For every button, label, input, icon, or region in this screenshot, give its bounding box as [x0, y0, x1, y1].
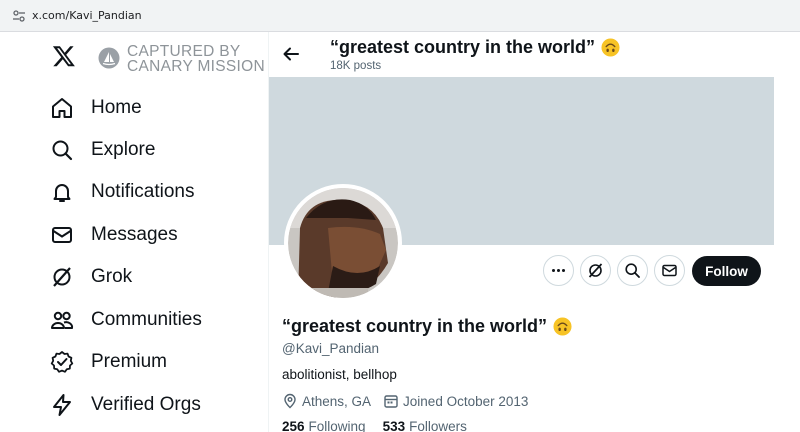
profile-meta: Athens, GA Joined October 2013	[282, 393, 528, 409]
followers-count: 533	[382, 419, 406, 432]
location-pin-icon	[284, 393, 296, 409]
home-icon	[52, 98, 72, 118]
display-name: “greatest country in the world”	[282, 316, 572, 337]
upside-down-face-emoji-icon	[553, 317, 572, 336]
lightning-icon	[53, 394, 71, 416]
profile-photo	[288, 188, 398, 298]
sidebar-item-label: Home	[91, 97, 142, 118]
page-right-edge	[774, 32, 800, 432]
upside-down-face-emoji-icon	[601, 38, 620, 57]
profile-header-bar: “greatest country in the world” 18K post…	[269, 32, 774, 77]
browser-address-bar[interactable]: x.com/Kavi_Pandian	[0, 0, 800, 32]
profile-joined-date: Joined October 2013	[403, 393, 529, 409]
profile-column: “greatest country in the world” 18K post…	[268, 32, 774, 432]
back-arrow-icon[interactable]	[281, 44, 301, 64]
grok-icon	[53, 267, 71, 287]
sidebar-item-explore[interactable]: Explore	[50, 134, 155, 166]
followers-label: Followers	[409, 419, 467, 432]
sidebar-item-label: Explore	[91, 139, 156, 160]
url-text[interactable]: x.com/Kavi_Pandian	[32, 9, 142, 22]
profile-location: Athens, GA	[302, 393, 372, 409]
profile-handle: @Kavi_Pandian	[282, 341, 380, 356]
sidebar-item-messages[interactable]: Messages	[50, 219, 178, 251]
following-link[interactable]: 256 Following	[282, 419, 366, 432]
sidebar-item-premium[interactable]: Premium	[50, 346, 167, 378]
sidebar-item-home[interactable]: Home	[50, 92, 142, 124]
profile-bio: abolitionist, bellhop	[282, 367, 397, 382]
following-count: 256	[282, 419, 305, 432]
message-button[interactable]	[654, 255, 685, 286]
sidebar-item-label: Grok	[91, 266, 133, 287]
bell-icon	[53, 184, 71, 202]
watermark-line-2: CANARY MISSION	[127, 58, 265, 75]
grok-analyze-button[interactable]	[580, 255, 611, 286]
search-icon	[52, 140, 73, 161]
followers-link[interactable]: 533 Followers	[383, 419, 467, 432]
sidebar-item-grok[interactable]: Grok	[50, 261, 132, 293]
follow-button[interactable]: Follow	[692, 256, 761, 286]
sidebar-item-label: Premium	[91, 351, 168, 372]
premium-badge-icon	[50, 351, 74, 373]
sidebar-item-label: Messages	[91, 224, 178, 245]
sidebar-item-notifications[interactable]: Notifications	[50, 176, 195, 208]
more-options-button[interactable]	[543, 255, 574, 286]
grok-icon	[588, 263, 603, 278]
x-logo-icon[interactable]	[52, 44, 76, 68]
envelope-icon	[52, 227, 72, 243]
sidebar-item-label: Communities	[91, 309, 202, 330]
sidebar-item-label: Notifications	[91, 181, 195, 202]
search-profile-button[interactable]	[617, 255, 648, 286]
header-post-count: 18K posts	[330, 60, 382, 72]
display-name-text: “greatest country in the world”	[282, 316, 548, 336]
calendar-icon	[384, 395, 398, 408]
envelope-icon	[662, 264, 677, 277]
header-title: “greatest country in the world”	[330, 37, 620, 58]
more-dots-icon	[552, 269, 565, 272]
site-settings-icon[interactable]	[12, 9, 26, 23]
communities-icon	[51, 311, 74, 329]
sidebar: CAPTURED BY CANARY MISSION Home Explore …	[0, 32, 268, 432]
following-label: Following	[308, 419, 366, 432]
search-icon	[625, 263, 640, 278]
avatar[interactable]	[284, 184, 402, 302]
sidebar-item-label: Verified Orgs	[91, 394, 201, 415]
sidebar-item-verified-orgs[interactable]: Verified Orgs	[50, 389, 201, 421]
header-title-text: “greatest country in the world”	[330, 37, 596, 57]
canary-mission-logo-icon	[98, 47, 120, 69]
follow-stats: 256 Following 533 Followers	[282, 419, 467, 432]
sidebar-item-communities[interactable]: Communities	[50, 304, 202, 336]
watermark-line-1: CAPTURED BY	[127, 43, 241, 60]
